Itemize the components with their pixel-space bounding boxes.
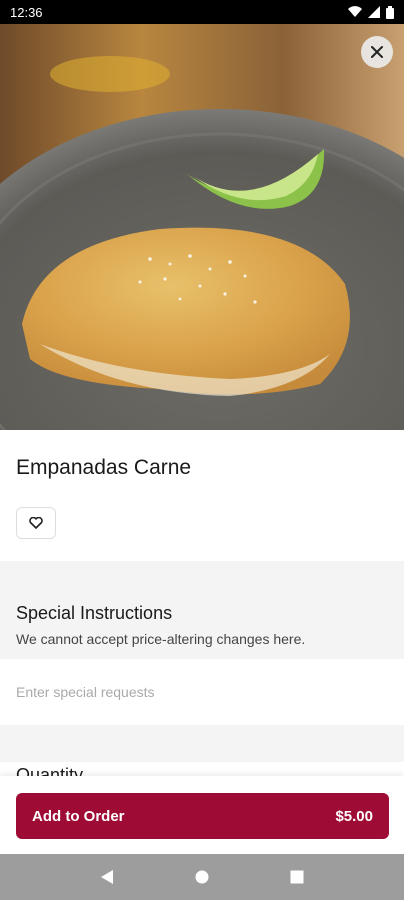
close-button[interactable] [361,36,393,68]
order-footer: Add to Order $5.00 [0,776,404,854]
quantity-section: Quantity [0,762,404,776]
back-icon [101,870,114,884]
add-to-order-label: Add to Order [32,807,125,825]
special-instructions-section: Special Instructions We cannot accept pr… [0,561,404,776]
recents-icon [290,870,304,884]
home-icon [195,870,209,884]
close-icon [371,46,383,58]
special-instructions-title: Special Instructions [16,603,173,623]
add-to-order-button[interactable]: Add to Order $5.00 [16,793,389,839]
status-icons [348,5,394,19]
heart-icon [29,517,43,529]
favorite-button[interactable] [16,507,56,539]
status-bar: 12:36 [0,0,404,24]
battery-icon [386,5,394,19]
wifi-icon [348,6,362,18]
quantity-label: Quantity [16,765,84,776]
status-time: 12:36 [10,4,43,20]
back-button[interactable] [92,862,122,892]
special-instructions-subtitle: We cannot accept price-altering changes … [16,631,306,647]
item-header: Empanadas Carne [0,430,404,561]
special-requests-input[interactable] [0,659,404,725]
recents-button[interactable] [282,862,312,892]
item-photo [0,24,404,430]
signal-icon [368,6,380,18]
home-button[interactable] [187,862,217,892]
order-price: $5.00 [335,807,373,825]
system-nav-bar [0,854,404,900]
item-title: Empanadas Carne [16,456,192,479]
